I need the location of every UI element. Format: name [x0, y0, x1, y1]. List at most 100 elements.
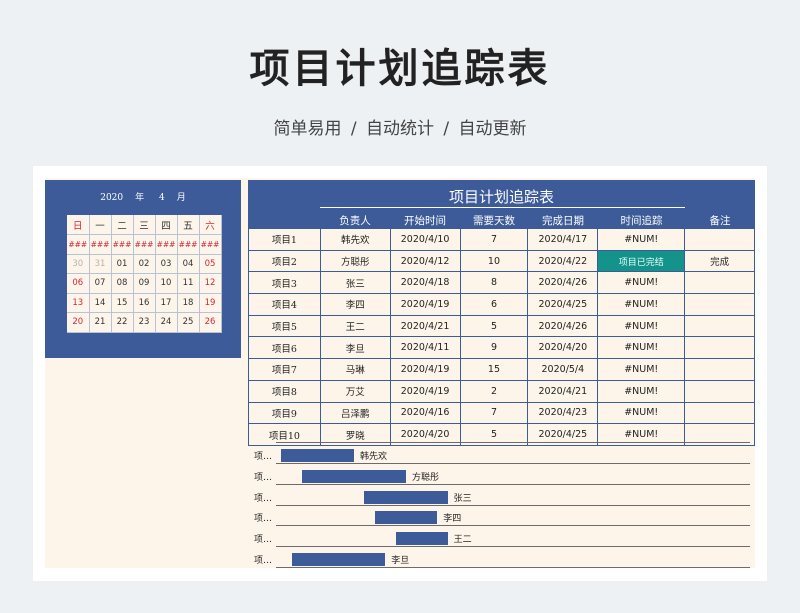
start-date-cell[interactable]: 2020/4/19: [389, 379, 461, 403]
calendar-day-cell[interactable]: 10: [155, 273, 178, 294]
gantt-bar[interactable]: [374, 511, 438, 525]
column-header-owner[interactable]: 负责人: [320, 213, 390, 228]
calendar-day-cell[interactable]: 07: [89, 273, 112, 294]
owner-cell[interactable]: 张三: [319, 271, 391, 295]
calendar-day-cell[interactable]: ###: [67, 234, 90, 255]
note-cell[interactable]: [684, 358, 755, 381]
owner-cell[interactable]: 韩先欢: [319, 228, 391, 251]
calendar-day-cell[interactable]: 26: [199, 312, 222, 333]
column-header-start[interactable]: 开始时间: [390, 213, 460, 228]
calendar-day-cell[interactable]: 15: [111, 293, 134, 313]
calendar-year[interactable]: 2020: [100, 193, 123, 203]
gantt-bar[interactable]: [281, 449, 354, 462]
days-cell[interactable]: 6: [459, 293, 529, 316]
days-cell[interactable]: 2: [459, 379, 529, 403]
calendar-day-cell[interactable]: ###: [111, 234, 134, 255]
calendar-day-cell[interactable]: ###: [155, 234, 178, 255]
end-date-cell[interactable]: 2020/4/22: [527, 249, 599, 273]
column-header-end[interactable]: 完成日期: [528, 213, 598, 228]
weekday-header[interactable]: 日: [67, 215, 90, 235]
days-cell[interactable]: 7: [459, 401, 529, 425]
end-date-cell[interactable]: 2020/4/25: [527, 293, 599, 316]
project-cell[interactable]: 项目7: [248, 358, 321, 381]
calendar-day-cell[interactable]: 19: [199, 293, 222, 313]
calendar-day-cell[interactable]: 04: [177, 254, 200, 274]
days-cell[interactable]: 5: [459, 314, 529, 338]
column-header-note[interactable]: 备注: [685, 213, 755, 228]
calendar-day-cell[interactable]: 31: [89, 254, 112, 274]
owner-cell[interactable]: 马琳: [319, 358, 391, 381]
calendar-month[interactable]: 4: [159, 193, 165, 203]
project-cell[interactable]: 项目8: [248, 379, 321, 403]
days-cell[interactable]: 10: [459, 249, 529, 273]
weekday-header[interactable]: 四: [155, 215, 178, 235]
project-cell[interactable]: 项目4: [248, 293, 321, 316]
calendar-day-cell[interactable]: 01: [111, 254, 134, 274]
tracking-cell[interactable]: #NUM!: [597, 228, 686, 251]
owner-cell[interactable]: 李旦: [319, 336, 391, 360]
gantt-bar[interactable]: [302, 469, 406, 483]
days-cell[interactable]: 9: [459, 336, 529, 360]
calendar-day-cell[interactable]: 22: [111, 312, 134, 333]
calendar-day-cell[interactable]: 09: [133, 273, 156, 294]
weekday-header[interactable]: 一: [89, 215, 112, 235]
owner-cell[interactable]: 方聪彤: [319, 249, 391, 273]
start-date-cell[interactable]: 2020/4/12: [389, 249, 461, 273]
calendar-day-cell[interactable]: 14: [89, 293, 112, 313]
tracking-cell[interactable]: #NUM!: [597, 336, 686, 360]
end-date-cell[interactable]: 2020/4/26: [527, 271, 599, 295]
project-cell[interactable]: 项目3: [248, 271, 321, 295]
end-date-cell[interactable]: 2020/4/17: [527, 228, 599, 251]
calendar-day-cell[interactable]: 23: [133, 312, 156, 333]
weekday-header[interactable]: 二: [111, 215, 134, 235]
end-date-cell[interactable]: 2020/4/23: [527, 401, 599, 425]
start-date-cell[interactable]: 2020/4/21: [389, 314, 461, 338]
project-cell[interactable]: 项目1: [248, 228, 321, 251]
gantt-bar[interactable]: [395, 532, 448, 546]
end-date-cell[interactable]: 2020/4/21: [527, 379, 599, 403]
note-cell[interactable]: [684, 271, 755, 295]
weekday-header[interactable]: 五: [177, 215, 200, 235]
calendar-day-cell[interactable]: 16: [133, 293, 156, 313]
note-cell[interactable]: [684, 228, 755, 251]
gantt-bar[interactable]: [364, 490, 448, 504]
note-cell[interactable]: [684, 293, 755, 316]
tracking-cell[interactable]: 项目已完结: [597, 249, 686, 273]
calendar-day-cell[interactable]: 08: [111, 273, 134, 294]
tracking-cell[interactable]: #NUM!: [597, 379, 686, 403]
tracking-cell[interactable]: #NUM!: [597, 293, 686, 316]
owner-cell[interactable]: 李四: [319, 293, 391, 316]
end-date-cell[interactable]: 2020/4/20: [527, 336, 599, 360]
calendar-day-cell[interactable]: 17: [155, 293, 178, 313]
note-cell[interactable]: [684, 314, 755, 338]
start-date-cell[interactable]: 2020/4/11: [389, 336, 461, 360]
calendar-day-cell[interactable]: 24: [155, 312, 178, 333]
note-cell[interactable]: [684, 401, 755, 425]
project-cell[interactable]: 项目5: [248, 314, 321, 338]
calendar-day-cell[interactable]: ###: [177, 234, 200, 255]
project-cell[interactable]: 项目2: [248, 249, 321, 273]
days-cell[interactable]: 7: [459, 228, 529, 251]
column-header-days[interactable]: 需要天数: [460, 213, 528, 228]
calendar-day-cell[interactable]: ###: [199, 234, 222, 255]
days-cell[interactable]: 15: [459, 358, 529, 381]
days-cell[interactable]: 8: [459, 271, 529, 295]
calendar-day-cell[interactable]: 30: [67, 254, 90, 274]
calendar-day-cell[interactable]: 25: [177, 312, 200, 333]
gantt-bar[interactable]: [291, 553, 386, 566]
start-date-cell[interactable]: 2020/4/16: [389, 401, 461, 425]
end-date-cell[interactable]: 2020/4/26: [527, 314, 599, 338]
note-cell[interactable]: [684, 379, 755, 403]
weekday-header[interactable]: 三: [133, 215, 156, 235]
owner-cell[interactable]: 万艾: [319, 379, 391, 403]
tracking-cell[interactable]: #NUM!: [597, 314, 686, 338]
start-date-cell[interactable]: 2020/4/19: [389, 358, 461, 381]
project-cell[interactable]: 项目9: [248, 401, 321, 425]
weekday-header[interactable]: 六: [199, 215, 222, 235]
calendar-day-cell[interactable]: ###: [89, 234, 112, 255]
calendar-day-cell[interactable]: 02: [133, 254, 156, 274]
calendar-day-cell[interactable]: 05: [199, 254, 222, 274]
end-date-cell[interactable]: 2020/5/4: [527, 358, 599, 381]
calendar-day-cell[interactable]: 06: [67, 273, 90, 294]
tracking-cell[interactable]: #NUM!: [597, 271, 686, 295]
